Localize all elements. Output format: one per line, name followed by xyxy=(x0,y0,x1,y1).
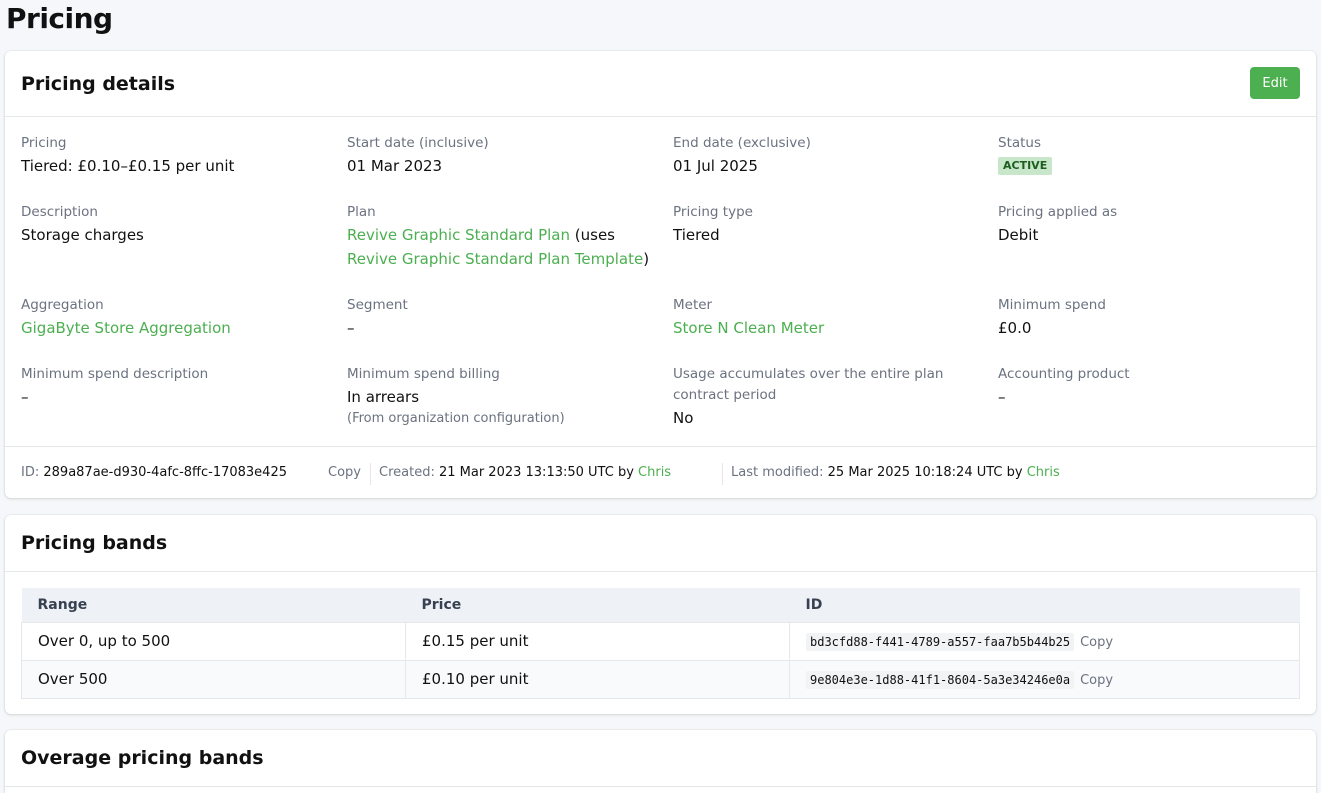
pricing-bands-title: Pricing bands xyxy=(21,532,168,554)
band-price: £0.10 per unit xyxy=(405,659,790,699)
aggregation-link[interactable]: GigaByte Store Aggregation xyxy=(21,316,331,340)
plan-link[interactable]: Revive Graphic Standard Plan xyxy=(347,226,570,244)
copy-band-id-button[interactable]: Copy xyxy=(1080,673,1113,688)
edit-button[interactable]: Edit xyxy=(1250,67,1300,99)
plan-uses-text: (uses xyxy=(570,226,616,244)
meta-created: Created: 21 Mar 2023 13:13:50 UTC by Chr… xyxy=(379,464,671,482)
field-pricing-value: Tiered: £0.10–£0.15 per unit xyxy=(21,157,235,175)
field-accounting-value: – xyxy=(998,388,1006,406)
field-min-spend: Minimum spend £0.0 xyxy=(998,295,1308,340)
meta-divider xyxy=(722,463,723,485)
pricing-details-header: Pricing details Edit xyxy=(5,51,1316,117)
field-description-value: Storage charges xyxy=(21,226,144,244)
band-id-cell: bd3cfd88-f441-4789-a557-faa7b5b44b25 Copy xyxy=(789,621,1300,661)
field-applied-as: Pricing applied as Debit xyxy=(998,202,1308,247)
created-by-link[interactable]: Chris xyxy=(638,465,671,480)
field-plan-value: Revive Graphic Standard Plan (uses Reviv… xyxy=(347,223,657,271)
field-end-date-label: End date (exclusive) xyxy=(673,135,811,151)
field-pricing-type-label: Pricing type xyxy=(673,204,753,220)
field-accounting-label: Accounting product xyxy=(998,366,1130,382)
field-applied-as-label: Pricing applied as xyxy=(998,204,1118,220)
pricing-bands-table: Range Price ID Over 0, up to 500 £0.15 p… xyxy=(21,588,1300,699)
plan-template-link[interactable]: Revive Graphic Standard Plan Template xyxy=(347,250,643,268)
band-price: £0.15 per unit xyxy=(405,621,790,661)
field-segment: Segment – xyxy=(347,295,657,340)
field-min-spend-desc-value: – xyxy=(21,388,29,406)
field-min-spend-desc: Minimum spend description – xyxy=(21,364,331,409)
overage-bands-card: Overage pricing bands xyxy=(5,730,1316,793)
field-meter: Meter Store N Clean Meter xyxy=(673,295,983,340)
band-range: Over 500 xyxy=(21,659,406,699)
field-aggregation: Aggregation GigaByte Store Aggregation xyxy=(21,295,331,340)
meta-bar: ID: 289a87ae-d930-4afc-8ffc-17083e425 Co… xyxy=(5,446,1316,498)
field-start-date-value: 01 Mar 2023 xyxy=(347,157,443,175)
meta-modified-value: 25 Mar 2025 10:18:24 UTC by xyxy=(827,465,1023,480)
band-id: 9e804e3e-1d88-41f1-8604-5a3e34246e0a xyxy=(806,671,1075,689)
field-applied-as-value: Debit xyxy=(998,226,1039,244)
overage-bands-title: Overage pricing bands xyxy=(21,747,264,769)
field-min-spend-label: Minimum spend xyxy=(998,297,1106,313)
field-segment-label: Segment xyxy=(347,297,408,313)
band-id-cell: 9e804e3e-1d88-41f1-8604-5a3e34246e0a Copy xyxy=(789,659,1300,699)
copy-id-button[interactable]: Copy xyxy=(328,464,361,482)
field-usage-label-line1: Usage accumulates over the entire plan xyxy=(673,366,944,382)
field-plan-label: Plan xyxy=(347,204,376,220)
field-segment-value: – xyxy=(347,319,355,337)
meta-id: ID: 289a87ae-d930-4afc-8ffc-17083e425 xyxy=(21,464,287,482)
copy-band-id-button[interactable]: Copy xyxy=(1080,635,1113,650)
field-meter-label: Meter xyxy=(673,297,713,313)
field-min-spend-value: £0.0 xyxy=(998,319,1032,337)
meta-id-label: ID: xyxy=(21,465,40,480)
table-header-row: Range Price ID xyxy=(21,588,1300,622)
column-header-price: Price xyxy=(405,588,790,622)
meta-id-value: 289a87ae-d930-4afc-8ffc-17083e425 xyxy=(43,465,287,480)
field-pricing-type: Pricing type Tiered xyxy=(673,202,983,247)
field-aggregation-label: Aggregation xyxy=(21,297,104,313)
pricing-bands-card: Pricing bands Range Price ID Over 0, up … xyxy=(5,515,1316,714)
field-status: Status ACTIVE xyxy=(998,133,1308,175)
table-row: Over 500 £0.10 per unit 9e804e3e-1d88-41… xyxy=(21,659,1300,699)
meta-created-value: 21 Mar 2023 13:13:50 UTC by xyxy=(438,465,634,480)
field-min-spend-billing-note: (From organization configuration) xyxy=(347,411,565,426)
plan-close-text: ) xyxy=(643,250,650,268)
table-row: Over 0, up to 500 £0.15 per unit bd3cfd8… xyxy=(21,621,1300,661)
field-pricing-type-value: Tiered xyxy=(673,226,720,244)
pricing-details-card: Pricing details Edit Pricing Tiered: £0.… xyxy=(5,51,1316,498)
field-min-spend-billing-label: Minimum spend billing xyxy=(347,366,500,382)
field-end-date: End date (exclusive) 01 Jul 2025 xyxy=(673,133,983,178)
field-start-date-label: Start date (inclusive) xyxy=(347,135,489,151)
page-title: Pricing xyxy=(6,2,113,35)
field-usage-label-line2: contract period xyxy=(673,387,777,403)
field-pricing: Pricing Tiered: £0.10–£0.15 per unit xyxy=(21,133,331,178)
meta-created-label: Created: xyxy=(379,465,435,480)
field-min-spend-billing-value: In arrears xyxy=(347,388,420,406)
overage-bands-header: Overage pricing bands xyxy=(5,730,1316,787)
field-usage-accumulates: Usage accumulates over the entire plan c… xyxy=(673,364,983,430)
field-end-date-value: 01 Jul 2025 xyxy=(673,157,758,175)
column-header-range: Range xyxy=(21,588,406,622)
band-id: bd3cfd88-f441-4789-a557-faa7b5b44b25 xyxy=(806,633,1075,651)
field-plan: Plan Revive Graphic Standard Plan (uses … xyxy=(347,202,657,271)
field-min-spend-billing: Minimum spend billing In arrears (From o… xyxy=(347,364,657,429)
field-start-date: Start date (inclusive) 01 Mar 2023 xyxy=(347,133,657,178)
pricing-details-grid: Pricing Tiered: £0.10–£0.15 per unit Sta… xyxy=(5,117,1316,447)
field-usage-value: No xyxy=(673,409,694,427)
meta-modified: Last modified: 25 Mar 2025 10:18:24 UTC … xyxy=(731,464,1060,482)
pricing-details-title: Pricing details xyxy=(21,72,176,95)
field-status-label: Status xyxy=(998,135,1042,151)
field-pricing-label: Pricing xyxy=(21,135,67,151)
field-min-spend-desc-label: Minimum spend description xyxy=(21,366,209,382)
field-accounting-product: Accounting product – xyxy=(998,364,1308,409)
pricing-bands-header: Pricing bands xyxy=(5,515,1316,572)
status-badge: ACTIVE xyxy=(998,157,1053,175)
meter-link[interactable]: Store N Clean Meter xyxy=(673,316,983,340)
modified-by-link[interactable]: Chris xyxy=(1027,465,1060,480)
column-header-id: ID xyxy=(789,588,1300,622)
meta-divider xyxy=(370,463,371,485)
meta-modified-label: Last modified: xyxy=(731,465,824,480)
band-range: Over 0, up to 500 xyxy=(21,621,406,661)
field-description: Description Storage charges xyxy=(21,202,331,247)
field-description-label: Description xyxy=(21,204,98,220)
